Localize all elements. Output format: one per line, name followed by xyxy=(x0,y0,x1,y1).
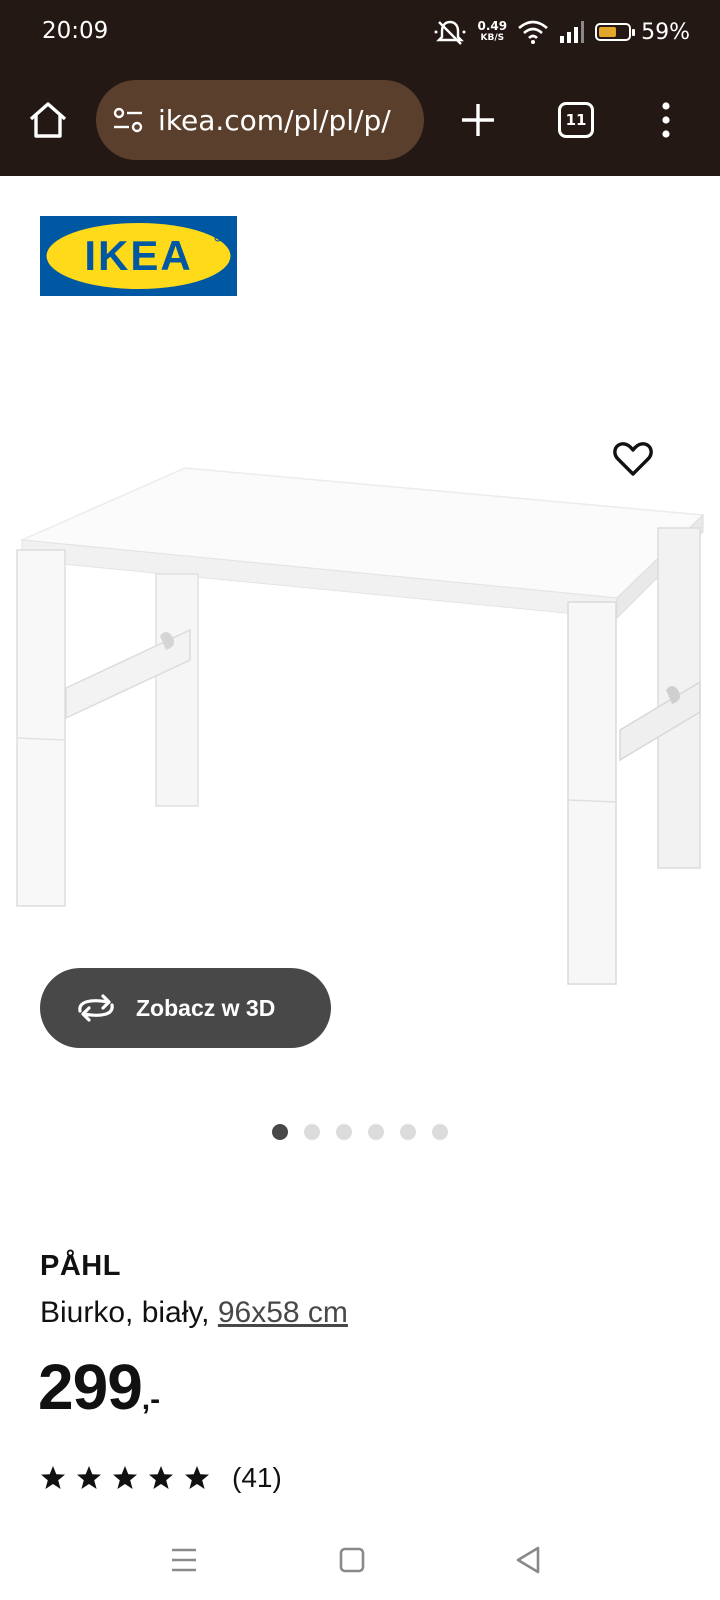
star-icon xyxy=(113,1466,137,1489)
net-speed-unit: KB/S xyxy=(480,33,505,43)
battery-percent: 59% xyxy=(641,19,690,45)
home-square-icon[interactable] xyxy=(332,1540,372,1580)
star-icon xyxy=(149,1466,173,1489)
star-icon xyxy=(185,1466,209,1489)
favorite-heart-icon[interactable] xyxy=(612,438,654,480)
net-speed: 0.49 KB/S xyxy=(477,20,507,44)
ikea-logo[interactable]: IKEA xyxy=(40,216,237,296)
system-nav-bar xyxy=(0,1520,720,1600)
rating-stars xyxy=(40,1465,210,1491)
product-size-link[interactable]: 96x58 cm xyxy=(218,1296,348,1329)
price-main: 299 xyxy=(38,1351,143,1423)
address-bar[interactable]: ikea.com/pl/pl/p/ xyxy=(96,80,424,160)
carousel-dot[interactable] xyxy=(432,1124,448,1140)
star-icon xyxy=(41,1466,65,1489)
rotate-3d-icon xyxy=(78,994,114,1022)
status-time: 20:09 xyxy=(42,18,109,44)
home-icon[interactable] xyxy=(26,98,70,142)
site-settings-icon[interactable] xyxy=(112,106,144,134)
view-3d-label: Zobacz w 3D xyxy=(136,994,276,1021)
net-speed-value: 0.49 xyxy=(477,19,508,33)
battery-icon xyxy=(595,23,636,41)
product-description: Biurko, biały, 96x58 cm xyxy=(40,1296,348,1330)
ikea-logo-graphic: IKEA xyxy=(40,216,237,296)
carousel-dot[interactable] xyxy=(336,1124,352,1140)
mute-icon xyxy=(434,20,466,45)
more-menu-icon[interactable] xyxy=(654,98,678,142)
product-price: 299,- xyxy=(38,1350,160,1424)
carousel-dot[interactable] xyxy=(400,1124,416,1140)
recents-icon[interactable] xyxy=(164,1540,204,1580)
carousel-dot[interactable] xyxy=(368,1124,384,1140)
tab-count: 11 xyxy=(565,111,587,129)
status-icons: 0.49 KB/S 59% xyxy=(433,16,690,48)
svg-text:IKEA: IKEA xyxy=(84,232,192,279)
image-carousel-dots xyxy=(272,1124,448,1140)
view-3d-button[interactable]: Zobacz w 3D xyxy=(40,968,331,1048)
signal-icon xyxy=(560,21,585,43)
url-text[interactable]: ikea.com/pl/pl/p/ xyxy=(158,104,410,137)
battery-level xyxy=(599,27,616,37)
carousel-dot[interactable] xyxy=(304,1124,320,1140)
carousel-dot[interactable] xyxy=(272,1124,288,1140)
wifi-icon xyxy=(518,20,548,44)
browser-top-bar: 20:09 0.49 KB/S 59% ikea.com/pl/pl/p/ 11 xyxy=(0,0,720,176)
product-type-text: Biurko, biały, xyxy=(40,1296,218,1329)
review-count[interactable]: (41) xyxy=(232,1462,282,1494)
product-name[interactable]: PÅHL xyxy=(40,1250,121,1283)
new-tab-icon[interactable] xyxy=(456,98,500,142)
star-icon xyxy=(77,1466,101,1489)
product-rating[interactable]: (41) xyxy=(40,1462,282,1494)
price-suffix: ,- xyxy=(141,1383,161,1416)
tabs-icon[interactable]: 11 xyxy=(558,102,594,138)
back-icon[interactable] xyxy=(508,1540,548,1580)
